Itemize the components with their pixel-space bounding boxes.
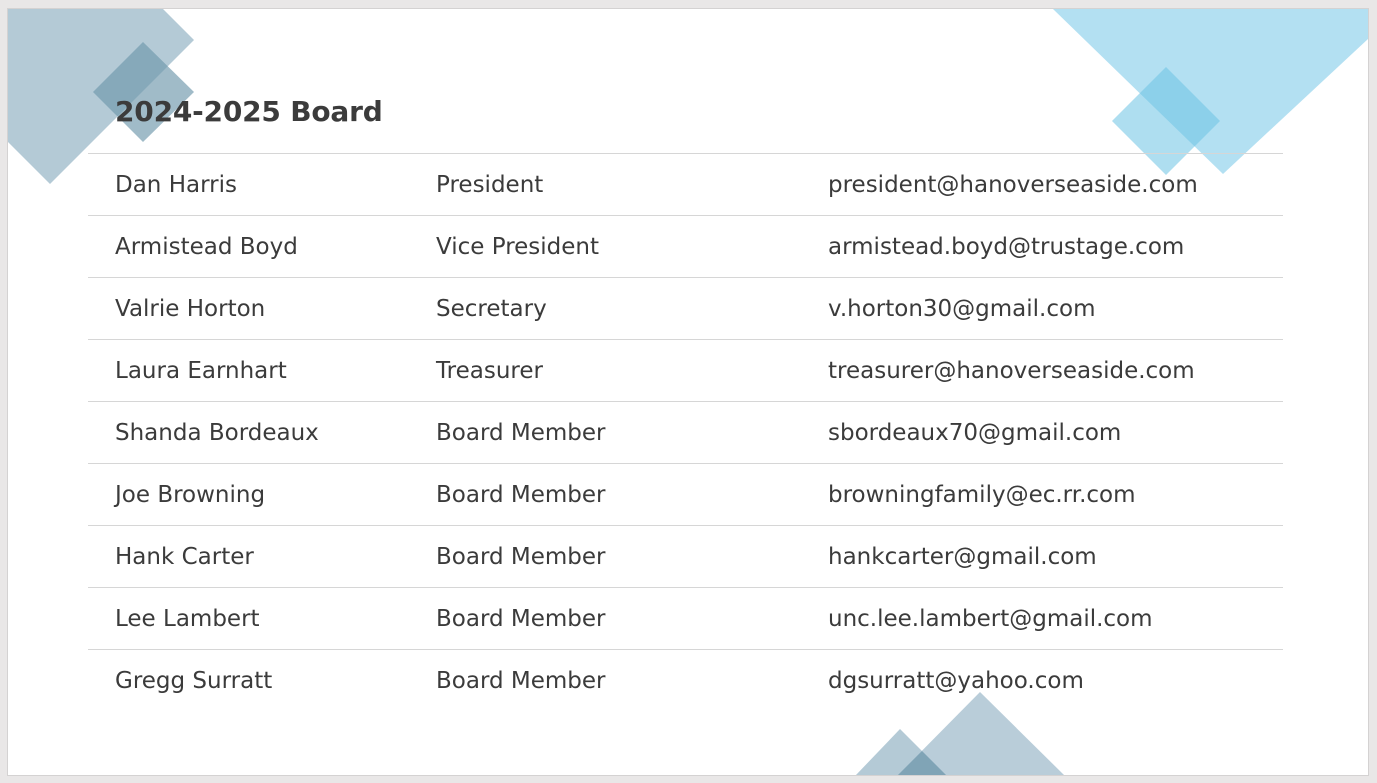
member-email: unc.lee.lambert@gmail.com: [828, 605, 1153, 632]
member-name: Dan Harris: [115, 171, 237, 198]
member-role: Board Member: [436, 543, 606, 570]
member-email: v.horton30@gmail.com: [828, 295, 1096, 322]
member-email: armistead.boyd@trustage.com: [828, 233, 1185, 260]
table-row: Armistead Boyd Vice President armistead.…: [88, 215, 1283, 278]
member-role: Treasurer: [436, 357, 543, 384]
member-email: browningfamily@ec.rr.com: [828, 481, 1136, 508]
member-email: president@hanoverseaside.com: [828, 171, 1198, 198]
member-name: Shanda Bordeaux: [115, 419, 319, 446]
member-name: Hank Carter: [115, 543, 254, 570]
deco-triangle-bottom-overlap: [898, 751, 946, 775]
member-name: Valrie Horton: [115, 295, 266, 322]
table-row: Valrie Horton Secretary v.horton30@gmail…: [88, 277, 1283, 340]
member-email: dgsurratt@yahoo.com: [828, 667, 1084, 694]
member-role: Vice President: [436, 233, 600, 260]
table-row: Lee Lambert Board Member unc.lee.lambert…: [88, 587, 1283, 650]
table-row: Shanda Bordeaux Board Member sbordeaux70…: [88, 401, 1283, 464]
page-title: 2024-2025 Board: [115, 95, 383, 128]
member-role: Secretary: [436, 295, 547, 322]
member-name: Laura Earnhart: [115, 357, 287, 384]
deco-triangle-bottom-small: [856, 729, 946, 775]
table-row: Dan Harris President president@hanoverse…: [88, 153, 1283, 216]
table-row: Laura Earnhart Treasurer treasurer@hanov…: [88, 339, 1283, 402]
member-role: Board Member: [436, 667, 606, 694]
member-email: hankcarter@gmail.com: [828, 543, 1097, 570]
table-row: Hank Carter Board Member hankcarter@gmai…: [88, 525, 1283, 588]
member-role: Board Member: [436, 419, 606, 446]
member-role: President: [436, 171, 544, 198]
member-name: Gregg Surratt: [115, 667, 273, 694]
table-row: Gregg Surratt Board Member dgsurratt@yah…: [88, 649, 1283, 712]
member-role: Board Member: [436, 481, 606, 508]
member-email: treasurer@hanoverseaside.com: [828, 357, 1195, 384]
board-table: Dan Harris President president@hanoverse…: [88, 153, 1283, 712]
member-name: Armistead Boyd: [115, 233, 298, 260]
table-row: Joe Browning Board Member browningfamily…: [88, 463, 1283, 526]
member-name: Joe Browning: [115, 481, 266, 508]
member-name: Lee Lambert: [115, 605, 260, 632]
slide: 2024-2025 Board Dan Harris President pre…: [8, 9, 1368, 775]
member-email: sbordeaux70@gmail.com: [828, 419, 1122, 446]
member-role: Board Member: [436, 605, 606, 632]
deco-triangle-top-right: [1053, 9, 1368, 174]
